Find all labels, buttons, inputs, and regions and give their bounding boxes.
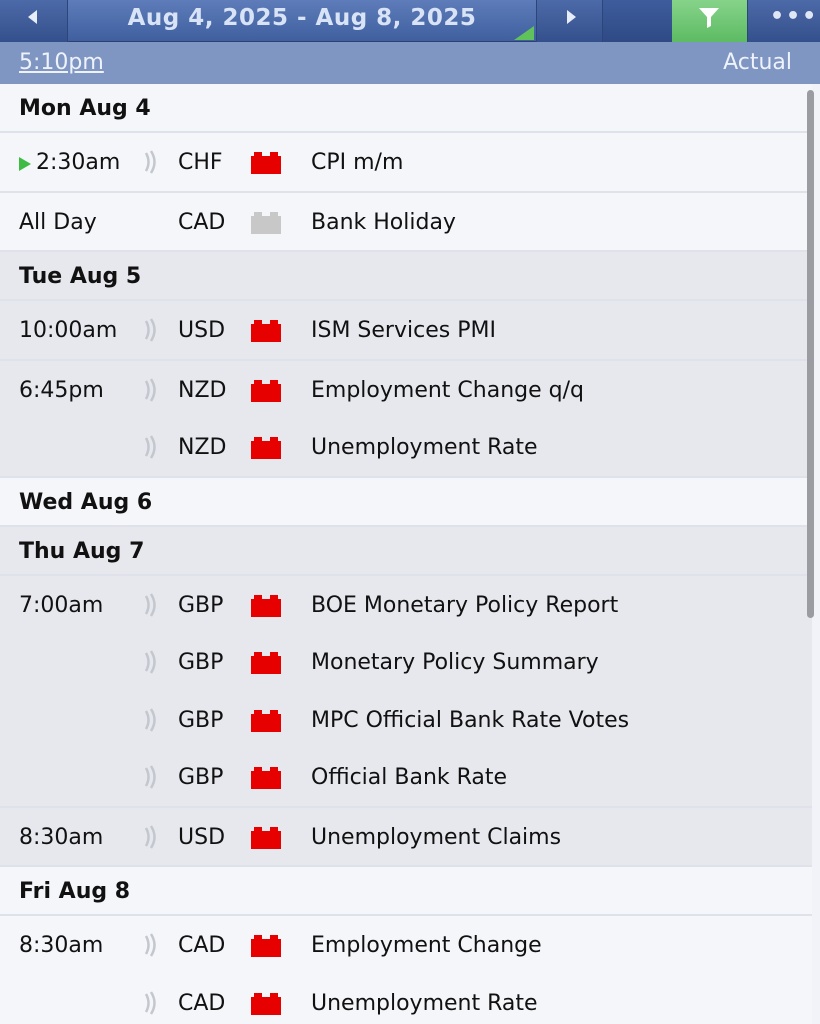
event-group: 6:45pm NZD Employment Change q/q NZD Unemplo… — [0, 360, 812, 478]
event-title: CPI m/m — [311, 150, 404, 175]
day-header: Tue Aug 5 — [0, 252, 812, 301]
event-currency: USD — [178, 824, 226, 850]
sound-wave-icon[interactable] — [143, 824, 159, 850]
event-row[interactable]: GBP Official Bank Rate — [0, 748, 812, 806]
calendar-nav-bar: Aug 4, 2025 - Aug 8, 2025 ••• — [0, 0, 820, 42]
event-row[interactable]: 7:00am GBP BOE Monetary Policy Report — [0, 576, 812, 634]
sound-wave-icon[interactable] — [143, 377, 159, 403]
next-week-button[interactable] — [536, 0, 603, 42]
current-time-link[interactable]: 5:10pm — [19, 50, 104, 75]
event-row[interactable]: 6:45pm NZD Employment Change q/q — [0, 361, 812, 419]
event-title: Employment Change q/q — [311, 377, 584, 403]
event-currency: GBP — [178, 707, 224, 733]
day-header: Wed Aug 6 — [0, 477, 812, 527]
date-range-label: Aug 4, 2025 - Aug 8, 2025 — [127, 5, 477, 31]
event-time: 6:45pm — [19, 377, 104, 403]
impact-high-icon — [251, 379, 281, 402]
day-header: Fri Aug 8 — [0, 867, 812, 916]
event-time: All Day — [19, 209, 97, 235]
event-time: 7:00am — [19, 592, 104, 618]
funnel-icon — [699, 8, 719, 28]
ellipsis-icon: ••• — [770, 4, 819, 29]
event-title: Employment Change — [311, 933, 542, 958]
calendar-event-list: Mon Aug 4 2:30am CHF CPI m/m All Day CAD Bank … — [0, 84, 812, 1024]
sound-wave-icon[interactable] — [143, 990, 159, 1016]
event-currency: CAD — [178, 209, 226, 235]
impact-high-icon — [251, 709, 281, 732]
event-time: 8:30am — [19, 933, 104, 958]
event-title: Unemployment Claims — [311, 824, 562, 850]
event-time: 2:30am — [36, 150, 121, 175]
filter-button[interactable] — [672, 0, 747, 42]
impact-high-icon — [251, 652, 281, 674]
event-currency: NZD — [178, 377, 227, 403]
event-row[interactable]: GBP MPC Official Bank Rate Votes — [0, 691, 812, 749]
event-row[interactable]: All Day CAD Bank Holiday — [0, 193, 812, 251]
sound-wave-icon[interactable] — [143, 649, 159, 675]
event-title: BOE Monetary Policy Report — [311, 592, 619, 618]
previous-week-button[interactable] — [0, 0, 68, 42]
triangle-right-icon — [567, 10, 576, 24]
event-group: 8:30am USD Unemployment Claims — [0, 807, 812, 867]
day-header: Thu Aug 7 — [0, 526, 812, 576]
event-title: Unemployment Rate — [311, 990, 538, 1016]
event-currency: GBP — [178, 650, 224, 675]
sound-wave-icon[interactable] — [143, 592, 159, 618]
event-row[interactable]: 10:00am USD ISM Services PMI — [0, 301, 812, 359]
triangle-left-icon — [28, 10, 37, 24]
event-title: MPC Official Bank Rate Votes — [311, 707, 630, 733]
sound-wave-icon[interactable] — [143, 707, 159, 733]
impact-high-icon — [251, 767, 281, 789]
sound-wave-icon[interactable] — [143, 764, 159, 790]
event-currency: NZD — [178, 435, 227, 460]
event-currency: USD — [178, 318, 226, 343]
sound-wave-icon[interactable] — [143, 317, 159, 343]
event-title: Bank Holiday — [311, 209, 456, 235]
scrollbar[interactable] — [807, 90, 814, 618]
event-title: Monetary Policy Summary — [311, 650, 599, 675]
date-range-selector[interactable]: Aug 4, 2025 - Aug 8, 2025 — [68, 0, 536, 42]
event-row[interactable]: 8:30am USD Unemployment Claims — [0, 808, 812, 866]
event-row[interactable]: 8:30am CAD Employment Change — [0, 916, 812, 974]
impact-high-icon — [251, 152, 281, 174]
event-time: 10:00am — [19, 318, 118, 343]
toolbar-spacer — [603, 0, 672, 42]
event-row[interactable]: NZD Unemployment Rate — [0, 418, 812, 476]
day-header: Mon Aug 4 — [0, 84, 812, 133]
event-group: All Day CAD Bank Holiday — [0, 192, 812, 252]
event-title: Official Bank Rate — [311, 765, 508, 790]
impact-high-icon — [251, 320, 281, 342]
dropdown-corner-icon — [514, 26, 534, 40]
more-options-button[interactable]: ••• — [747, 0, 820, 42]
event-group: 10:00am USD ISM Services PMI — [0, 301, 812, 361]
event-group: 8:30am CAD Employment Change CAD Unemploymen… — [0, 916, 812, 1024]
event-currency: GBP — [178, 765, 224, 790]
column-header-bar: 5:10pm Actual — [0, 42, 820, 84]
event-title: Unemployment Rate — [311, 435, 538, 460]
sound-wave-icon[interactable] — [143, 932, 159, 958]
actual-column-label: Actual — [723, 50, 792, 75]
impact-high-icon — [251, 992, 281, 1015]
impact-holiday-icon — [251, 211, 281, 234]
event-group: 2:30am CHF CPI m/m — [0, 133, 812, 193]
event-row[interactable]: GBP Monetary Policy Summary — [0, 633, 812, 691]
event-row[interactable]: 2:30am CHF CPI m/m — [0, 133, 812, 191]
impact-high-icon — [251, 437, 281, 459]
sound-wave-icon[interactable] — [143, 149, 159, 175]
event-time: 8:30am — [19, 824, 104, 850]
event-row[interactable]: CAD Unemployment Rate — [0, 974, 812, 1024]
impact-high-icon — [251, 594, 281, 617]
impact-high-icon — [251, 935, 281, 957]
sound-wave-icon[interactable] — [143, 434, 159, 460]
impact-high-icon — [251, 826, 281, 849]
event-currency: GBP — [178, 592, 224, 618]
event-currency: CAD — [178, 990, 226, 1016]
event-currency: CAD — [178, 933, 226, 958]
event-currency: CHF — [178, 150, 223, 175]
event-title: ISM Services PMI — [311, 318, 496, 343]
event-group: 7:00am GBP BOE Monetary Policy Report GBP Mo… — [0, 575, 812, 808]
up-next-arrow-icon — [19, 157, 31, 171]
